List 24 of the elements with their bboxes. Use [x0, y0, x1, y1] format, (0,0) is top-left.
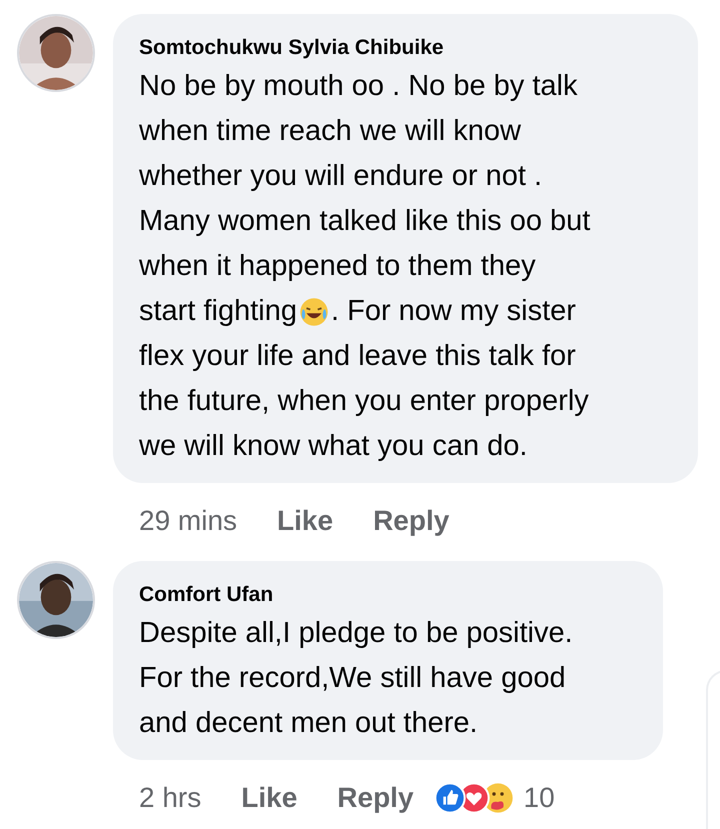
reaction-count[interactable]: 10 [524, 777, 555, 819]
comment-text: the future, when you enter properly [139, 384, 589, 419]
reply-link[interactable]: Reply [337, 777, 414, 819]
timestamp: 29 mins [139, 504, 238, 538]
comment-text: Despite all,I pledge to be positive. [139, 616, 573, 651]
comment-text: Many women talked like this oo but [139, 204, 590, 239]
like-link[interactable]: Like [241, 777, 298, 819]
comment-text: . For now my sister [330, 294, 576, 329]
timestamp: 2 hrs [139, 781, 202, 815]
comment-text: and decent men out there. [139, 706, 478, 741]
like-reaction-icon [434, 782, 466, 814]
reply-link[interactable]: Reply [373, 500, 450, 542]
like-link[interactable]: Like [277, 500, 334, 542]
comment-text: flex your life and leave this talk for [139, 339, 576, 374]
comment-text: when it happened to them they [139, 249, 536, 284]
comment-text: we will know what you can do. [139, 429, 528, 464]
laughing-emoji-icon [298, 296, 329, 326]
comment-text: start fighting [139, 294, 297, 329]
comment-text: when time reach we will know [139, 114, 521, 149]
comment-text: For the record,We still have good [139, 661, 566, 696]
author-name[interactable]: Somtochukwu Sylvia Chibuike [139, 34, 678, 62]
comment-text: whether you will endure or not . [139, 159, 542, 194]
author-name[interactable]: Comfort Ufan [139, 581, 643, 609]
comment-text: No be by mouth oo . No be by talk [139, 69, 578, 104]
